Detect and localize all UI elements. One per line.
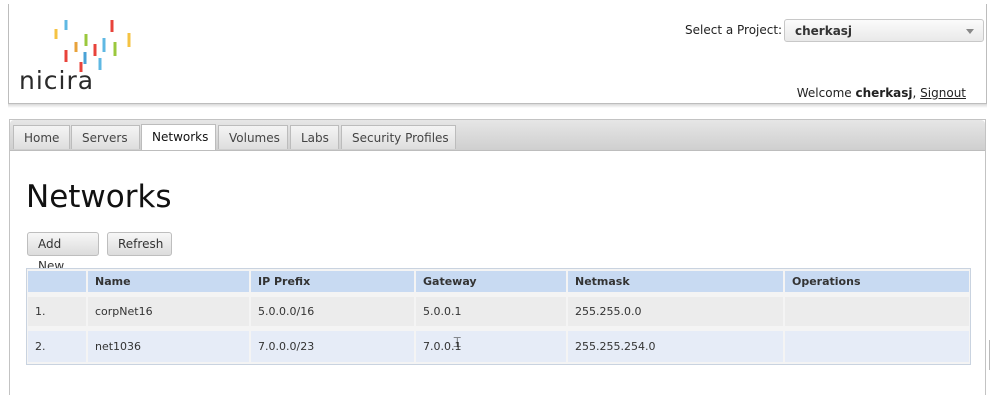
column-header-index — [28, 271, 88, 292]
text-cursor-icon: ⌶ — [453, 335, 462, 351]
row-number: 2. — [28, 331, 88, 362]
scrollbar-edge — [989, 340, 990, 370]
operations — [785, 297, 969, 326]
main-panel: Home Servers Networks Volumes Labs Secur… — [9, 119, 986, 395]
table-header-row: Name IP Prefix Gateway Netmask Operation… — [28, 271, 969, 292]
netmask: 255.255.0.0 — [568, 297, 785, 326]
ip-prefix: 7.0.0.0/23 — [251, 331, 416, 362]
welcome-username: cherkasj — [855, 86, 913, 100]
column-header-netmask[interactable]: Netmask — [568, 271, 785, 292]
chevron-down-icon — [966, 29, 974, 34]
ip-prefix: 5.0.0.0/16 — [251, 297, 416, 326]
column-header-gateway[interactable]: Gateway — [416, 271, 568, 292]
welcome-message: Welcome cherkasj, Signout — [796, 86, 966, 100]
page-title: Networks — [26, 179, 172, 215]
network-name: net1036 — [88, 331, 251, 362]
header-shadow — [8, 104, 987, 108]
refresh-button[interactable]: Refresh — [107, 232, 172, 256]
row-number: 1. — [28, 297, 88, 326]
column-header-name[interactable]: Name — [88, 271, 251, 292]
tab-networks[interactable]: Networks — [141, 124, 216, 150]
table-row[interactable]: 2. net1036 7.0.0.0/23 7.0.0.1 255.255.25… — [28, 331, 969, 362]
network-name: corpNet16 — [88, 297, 251, 326]
add-new-button[interactable]: Add New — [27, 232, 99, 273]
tab-security-profiles[interactable]: Security Profiles — [341, 125, 456, 149]
project-select-value: cherkasj — [795, 24, 853, 38]
netmask: 255.255.254.0 — [568, 331, 785, 362]
project-select-label: Select a Project: — [685, 23, 783, 37]
tab-volumes[interactable]: Volumes — [218, 125, 288, 149]
project-select[interactable]: cherkasj — [784, 19, 984, 42]
header-panel: nicira Select a Project: cherkasj Welcom… — [8, 4, 987, 104]
gateway: 7.0.0.1 — [416, 331, 568, 362]
tab-bar: Home Servers Networks Volumes Labs Secur… — [10, 120, 985, 151]
tab-servers[interactable]: Servers — [71, 125, 140, 149]
logo-wordmark: nicira — [19, 66, 95, 95]
operations — [785, 331, 969, 362]
welcome-prefix: Welcome — [796, 86, 852, 100]
table-row[interactable]: 1. corpNet16 5.0.0.0/16 5.0.0.1 255.255.… — [28, 297, 969, 326]
signout-link[interactable]: Signout — [920, 86, 966, 100]
column-header-ip-prefix[interactable]: IP Prefix — [251, 271, 416, 292]
tab-labs[interactable]: Labs — [290, 125, 339, 149]
tab-home[interactable]: Home — [13, 125, 70, 149]
networks-table: Name IP Prefix Gateway Netmask Operation… — [26, 268, 971, 365]
column-header-operations: Operations — [785, 271, 969, 292]
gateway: 5.0.0.1 — [416, 297, 568, 326]
